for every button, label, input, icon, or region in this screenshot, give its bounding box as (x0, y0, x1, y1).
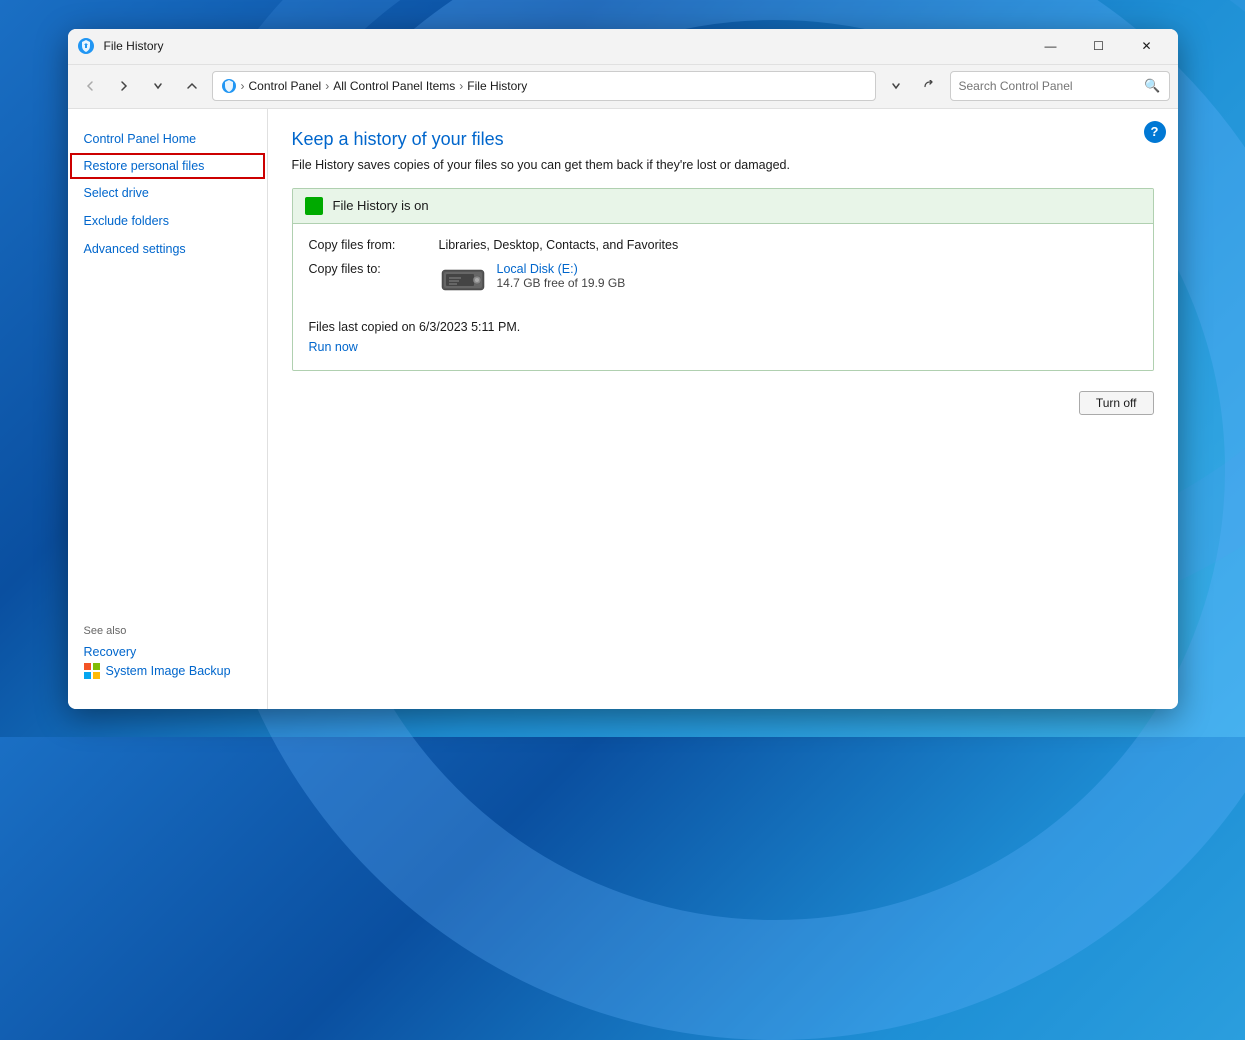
drive-details: Local Disk (E:) 14.7 GB free of 19.9 GB (497, 262, 626, 290)
page-title: Keep a history of your files (292, 129, 1154, 150)
search-input[interactable] (959, 79, 1141, 93)
last-copied-text: Files last copied on 6/3/2023 5:11 PM. (309, 320, 1137, 334)
content-area: ? Keep a history of your files File Hist… (268, 109, 1178, 709)
sidebar-spacer (68, 263, 267, 613)
maximize-button[interactable]: ☐ (1076, 30, 1122, 62)
window-controls: — ☐ ✕ (1028, 30, 1170, 62)
help-button[interactable]: ? (1144, 121, 1166, 143)
drive-name[interactable]: Local Disk (E:) (497, 262, 626, 276)
sidebar-item-exclude-folders[interactable]: Exclude folders (68, 207, 267, 235)
search-box[interactable]: 🔍 (950, 71, 1170, 101)
see-also-section: See also Recovery System Image Backup (68, 613, 267, 693)
address-bar: › Control Panel › All Control Panel Item… (68, 65, 1178, 109)
recent-locations-button[interactable] (144, 72, 172, 100)
drive-size: 14.7 GB free of 19.9 GB (497, 276, 626, 290)
sidebar-item-advanced-settings[interactable]: Advanced settings (68, 235, 267, 263)
status-indicator (305, 197, 323, 215)
sidebar: Control Panel Home Restore personal file… (68, 109, 268, 709)
main-content: Control Panel Home Restore personal file… (68, 109, 1178, 709)
title-bar: File History — ☐ ✕ (68, 29, 1178, 65)
run-now-link[interactable]: Run now (309, 340, 358, 354)
drive-info-row: Local Disk (E:) 14.7 GB free of 19.9 GB (439, 262, 626, 298)
copy-from-value: Libraries, Desktop, Contacts, and Favori… (439, 238, 679, 252)
up-button[interactable] (178, 72, 206, 100)
close-button[interactable]: ✕ (1124, 30, 1170, 62)
breadcrumb-sep-2: › (325, 79, 329, 93)
sidebar-item-restore-personal-files[interactable]: Restore personal files (70, 153, 265, 179)
copy-from-label: Copy files from: (309, 238, 439, 252)
copy-to-label: Copy files to: (309, 262, 439, 276)
see-also-system-image-backup[interactable]: System Image Backup (84, 661, 251, 681)
breadcrumb-sep-3: › (459, 79, 463, 93)
turn-off-row: Turn off (292, 391, 1154, 415)
status-header: File History is on (293, 189, 1153, 224)
drive-icon (439, 262, 487, 298)
address-dropdown-button[interactable] (882, 72, 910, 100)
copy-from-row: Copy files from: Libraries, Desktop, Con… (309, 238, 1137, 252)
copy-to-row: Copy files to: (309, 262, 1137, 310)
back-button[interactable] (76, 72, 104, 100)
search-icon[interactable]: 🔍 (1144, 78, 1160, 94)
minimize-button[interactable]: — (1028, 30, 1074, 62)
breadcrumb-sep-1: › (241, 79, 245, 93)
window-title: File History (104, 39, 1028, 53)
refresh-button[interactable] (916, 72, 944, 100)
status-text: File History is on (333, 198, 429, 213)
status-panel: File History is on Copy files from: Libr… (292, 188, 1154, 371)
status-body: Copy files from: Libraries, Desktop, Con… (293, 224, 1153, 370)
window-icon (76, 36, 96, 56)
main-window: File History — ☐ ✕ › Control Panel › (68, 29, 1178, 709)
see-also-label: See also (84, 625, 251, 637)
see-also-recovery[interactable]: Recovery (84, 643, 251, 661)
sidebar-item-select-drive[interactable]: Select drive (68, 179, 267, 207)
sidebar-item-control-panel-home[interactable]: Control Panel Home (68, 125, 267, 153)
breadcrumb-control-panel[interactable]: Control Panel (249, 79, 322, 93)
forward-button[interactable] (110, 72, 138, 100)
page-subtitle: File History saves copies of your files … (292, 158, 1154, 172)
breadcrumb-file-history[interactable]: File History (467, 79, 527, 93)
turn-off-button[interactable]: Turn off (1079, 391, 1154, 415)
breadcrumb-all-items[interactable]: All Control Panel Items (333, 79, 455, 93)
address-path[interactable]: › Control Panel › All Control Panel Item… (212, 71, 876, 101)
